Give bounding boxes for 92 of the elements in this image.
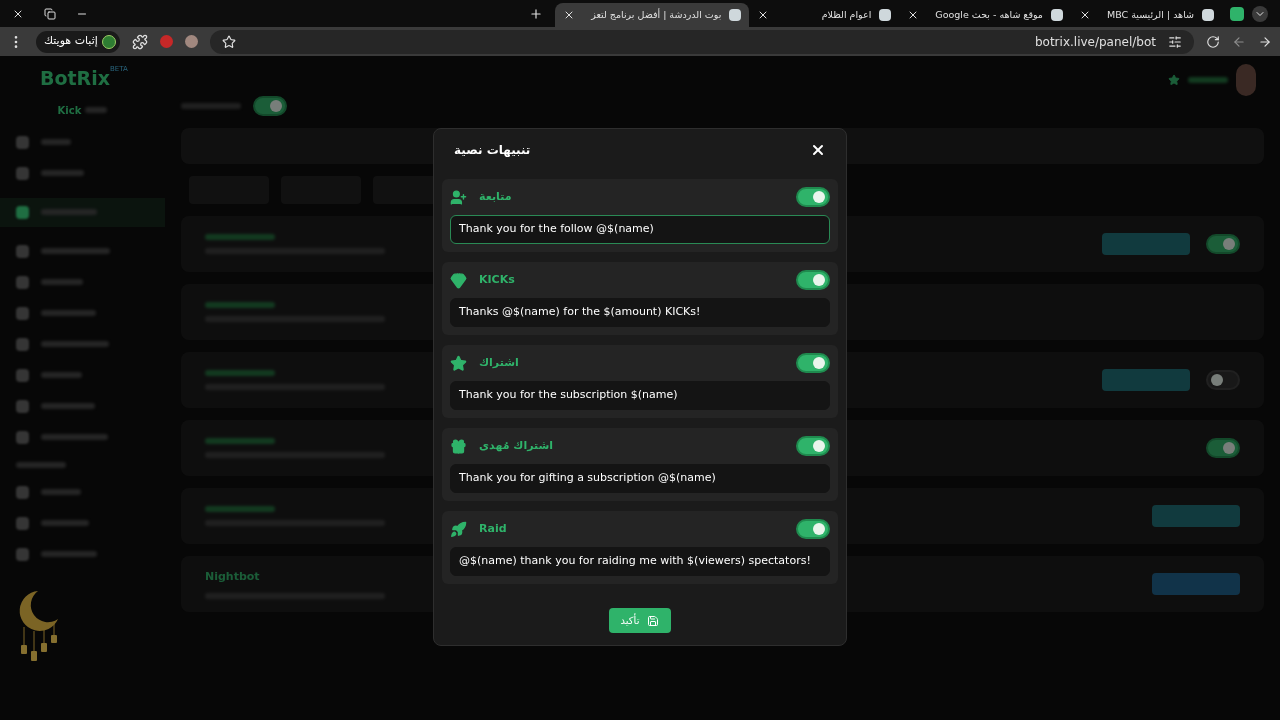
blurred-text [41, 434, 108, 440]
toggle-switch[interactable] [796, 187, 830, 207]
card-title-text: Nightbot [205, 568, 261, 585]
message-field[interactable]: Thanks @$(name) for the $(amount) KICKs! [450, 298, 830, 327]
site-icon [1202, 9, 1214, 21]
toggle-switch[interactable] [1206, 234, 1240, 254]
message-field[interactable]: Thank you for the subscription $(name) [450, 381, 830, 410]
tab-title: موقع شاهه - بحث Google [935, 7, 1043, 22]
rocket-icon [450, 520, 467, 538]
back-icon[interactable] [1258, 34, 1272, 49]
new-tab-icon[interactable] [529, 6, 544, 21]
browser-tab[interactable]: موقع شاهه - بحث Google [899, 3, 1071, 27]
blurred-text [41, 139, 71, 145]
bookmark-star-icon[interactable] [221, 34, 236, 49]
blurred-text [205, 506, 275, 512]
browser-tab[interactable]: اعوام الظلام [749, 3, 900, 27]
close-icon[interactable] [810, 142, 826, 158]
star-icon [1168, 74, 1180, 86]
toggle-switch[interactable] [1206, 438, 1240, 458]
blurred-text [41, 310, 96, 316]
toggle-switch[interactable] [796, 519, 830, 539]
dialog-title: تنبيهات نصية [454, 142, 531, 159]
gem-icon [450, 271, 467, 289]
menu-item-icon [16, 399, 29, 413]
blurred-text [41, 170, 84, 176]
profile-button[interactable]: إثبات هويتك [36, 30, 120, 53]
star-icon [450, 354, 467, 372]
menu-item-icon [16, 205, 29, 219]
chevron-icon[interactable] [1252, 5, 1268, 22]
alert-label: اشتراك مُهدى [479, 437, 554, 454]
toggle-switch[interactable] [253, 96, 287, 116]
blurred-text [41, 209, 97, 215]
blurred-text [41, 403, 95, 409]
reload-icon[interactable] [1206, 34, 1220, 49]
menu-item-icon [16, 275, 29, 289]
blurred-text [41, 341, 109, 347]
blurred-text [205, 370, 275, 376]
logo-text: BotRix [40, 67, 111, 91]
blurred-text [205, 438, 275, 444]
message-field[interactable]: Thank you for the follow @$(name) [450, 215, 830, 244]
site-icon [879, 9, 892, 21]
alert-label: اشتراك [479, 354, 519, 371]
menu-item-icon [16, 547, 29, 561]
avatar-placeholder [1236, 64, 1256, 96]
tab-title: بوت الدردشة | أفضل برنامج لتعز [591, 7, 722, 22]
alert-label: KICKs [479, 271, 515, 288]
blurred-text [41, 551, 97, 557]
extensions-icon[interactable] [131, 33, 148, 50]
gift-icon [450, 437, 467, 455]
message-field[interactable]: Thank you for gifting a subscription @$(name) [450, 464, 830, 493]
blurred-text [41, 248, 110, 254]
blurred-text [85, 107, 108, 113]
menu-item-icon [16, 166, 29, 180]
blurred-text [1188, 77, 1228, 83]
blurred-text [205, 234, 275, 240]
blurred-text [41, 489, 81, 495]
blurred-text [16, 461, 66, 468]
blurred-text [205, 302, 275, 308]
alert-label: متابعة [479, 188, 512, 205]
blurred-text [41, 520, 89, 526]
tab-search-icon[interactable] [1230, 6, 1244, 21]
menu-item-icon [16, 306, 29, 320]
alert-label: Raid [479, 520, 507, 537]
blurred-text [181, 103, 241, 109]
site-icon [729, 9, 742, 21]
tab-title: شاهد | الرئيسية MBC [1106, 7, 1194, 22]
menu-item-icon [16, 135, 29, 149]
menu-item-icon [16, 516, 29, 530]
extension-icon[interactable] [184, 35, 198, 48]
menu-item-icon [16, 368, 29, 382]
site-icon [1050, 9, 1063, 21]
browser-tab[interactable]: بوت الدردشة | أفضل برنامج لتعز [555, 3, 750, 27]
user-plus-icon [450, 188, 467, 206]
menu-item-icon [16, 430, 29, 444]
menu-item-icon [16, 244, 29, 258]
menu-item-icon [16, 485, 29, 499]
platform-text: Kick [57, 103, 82, 118]
toggle-switch[interactable] [796, 353, 830, 373]
save-icon [647, 614, 660, 627]
restore-window-icon[interactable] [44, 7, 56, 20]
blurred-text [41, 279, 83, 285]
avatar-icon [101, 34, 116, 49]
browser-tab[interactable]: شاهد | الرئيسية MBC [1070, 3, 1222, 27]
menu-item-icon [16, 337, 29, 351]
toggle-switch[interactable] [796, 270, 830, 290]
message-field[interactable]: @$(name) thank you for raiding me with $(viewers) spectators! [450, 547, 830, 576]
toggle-switch[interactable] [1206, 370, 1240, 390]
site-settings-icon[interactable] [1168, 34, 1182, 49]
tab-title: اعوام الظلام [821, 7, 872, 22]
toggle-switch[interactable] [796, 436, 830, 456]
url-text[interactable]: botrix.live/panel/bot [1034, 32, 1156, 51]
blurred-text [41, 372, 82, 378]
